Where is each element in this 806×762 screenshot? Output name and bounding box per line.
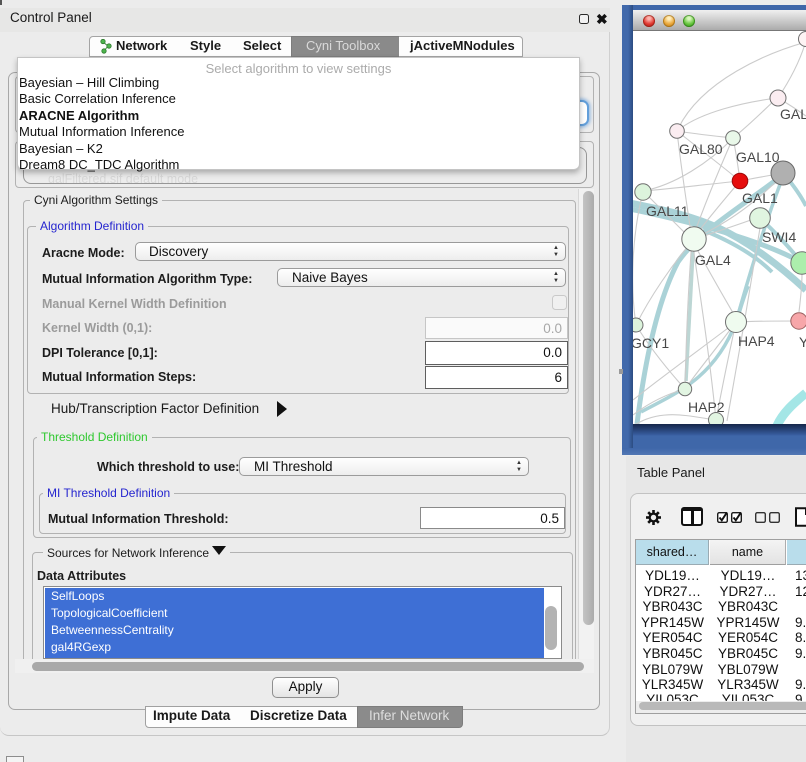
svg-text:GAL4: GAL4	[695, 252, 731, 268]
svg-text:HAP2: HAP2	[688, 399, 725, 415]
svg-text:GAL7: GAL7	[780, 106, 806, 122]
svg-text:GAL11: GAL11	[646, 203, 689, 219]
svg-text:YM: YM	[799, 334, 806, 350]
svg-text:GAL1: GAL1	[742, 190, 778, 206]
svg-text:GAL10: GAL10	[736, 149, 780, 165]
svg-text:GAL80: GAL80	[679, 141, 723, 157]
svg-text:SWI4: SWI4	[762, 229, 796, 245]
svg-text:HAP4: HAP4	[738, 333, 775, 349]
svg-text:GCY1: GCY1	[633, 335, 669, 351]
